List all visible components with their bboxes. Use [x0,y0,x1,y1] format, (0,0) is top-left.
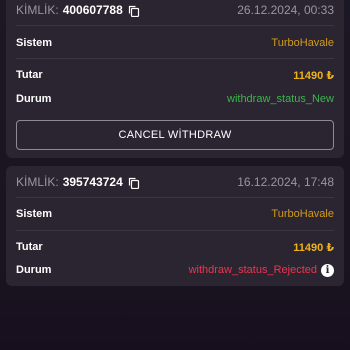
divider [16,230,334,231]
id-label: KİMLİK: [16,3,59,17]
status-value: withdraw_status_New [227,93,334,105]
transaction-date: 26.12.2024, 00:33 [237,3,334,17]
amount-label: Tutar [16,69,43,81]
system-label: Sistem [16,208,53,220]
copy-icon[interactable] [128,176,140,190]
transaction-header: KİMLİK: 395743724 16.12.2024, 17:48 [16,173,334,191]
transaction-date: 16.12.2024, 17:48 [237,175,334,189]
status-label: Durum [16,264,52,276]
amount-value: 11490 ₺ [293,241,334,254]
transaction-header: KİMLİK: 400607788 26.12.2024, 00:33 [16,1,334,19]
transaction-card: KİMLİK: 395743724 16.12.2024, 17:48 Sist… [6,166,344,286]
transaction-card: KİMLİK: 400607788 26.12.2024, 00:33 Sist… [6,0,344,158]
cancel-withdraw-button[interactable]: CANCEL WİTHDRAW [16,120,334,150]
transaction-id-group: KİMLİK: 400607788 [16,3,140,18]
status-value: withdraw_status_Rejected [188,264,317,276]
divider [16,197,334,198]
divider [16,58,334,59]
amount-value: 11490 ₺ [293,69,334,82]
id-value: 395743724 [62,175,123,189]
amount-row: Tutar 11490 ₺ [16,67,334,83]
amount-row: Tutar 11490 ₺ [16,239,334,255]
system-value: TurboHavale [271,37,334,49]
status-label: Durum [16,93,52,105]
id-value: 400607788 [62,3,123,17]
system-row: Sistem TurboHavale [16,206,334,222]
system-row: Sistem TurboHavale [16,35,334,51]
info-icon[interactable]: i [321,263,334,277]
status-value-group: withdraw_status_Rejected i [188,263,334,277]
status-row: Durum withdraw_status_Rejected i [16,262,334,278]
system-label: Sistem [16,37,53,49]
id-label: KİMLİK: [16,175,59,189]
transaction-id-group: KİMLİK: 395743724 [16,175,140,190]
copy-icon[interactable] [128,4,140,18]
divider [16,25,334,26]
system-value: TurboHavale [271,208,334,220]
amount-label: Tutar [16,241,43,253]
status-row: Durum withdraw_status_New [16,91,334,107]
withdrawal-history-page: KİMLİK: 400607788 26.12.2024, 00:33 Sist… [0,0,350,350]
